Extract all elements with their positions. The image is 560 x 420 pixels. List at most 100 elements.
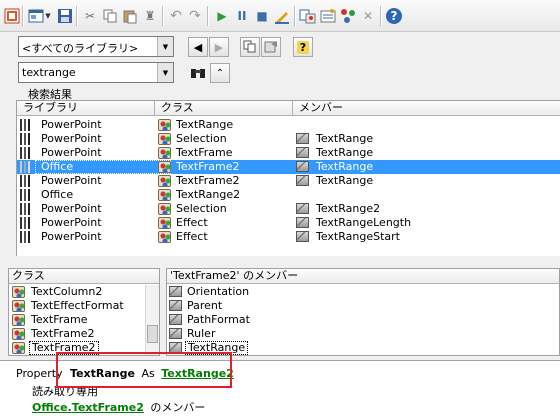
- results-row[interactable]: PowerPoint Selection TextRange2: [17, 202, 560, 216]
- member-list-item[interactable]: Orientation: [167, 285, 557, 299]
- toolbox-icon[interactable]: ✕: [359, 7, 377, 25]
- class-name: TextFrame2: [176, 160, 240, 173]
- cut-icon[interactable]: ✂: [81, 7, 99, 25]
- arrow-right-icon: ▶: [214, 40, 224, 54]
- class-list-scrollbar[interactable]: [145, 285, 159, 355]
- class-name: Effect: [176, 230, 208, 243]
- class-icon: [12, 328, 25, 340]
- property-icon: [169, 300, 182, 311]
- library-link[interactable]: Office: [32, 401, 68, 414]
- object-browser-icon[interactable]: [339, 7, 357, 25]
- class-icon: [12, 300, 25, 312]
- member-list-header: 'TextFrame2' のメンバー: [167, 269, 559, 284]
- class-icon: [158, 147, 171, 159]
- member-list-item[interactable]: PathFormat: [167, 313, 557, 327]
- member-list-item-label: Orientation: [187, 285, 250, 298]
- results-row[interactable]: PowerPoint Effect TextRangeLength: [17, 216, 560, 230]
- column-header-library[interactable]: ライブラリ: [17, 101, 155, 116]
- property-icon: [296, 147, 309, 158]
- member-name: TextRange: [316, 132, 374, 145]
- library-select[interactable]: <すべてのライブラリ> ▼: [18, 36, 174, 57]
- search-results-list[interactable]: ライブラリ クラス メンバー PowerPoint TextRange Powe…: [16, 100, 560, 256]
- library-name: PowerPoint: [41, 118, 102, 131]
- class-icon: [12, 314, 25, 326]
- help-button[interactable]: ?: [293, 37, 313, 57]
- class-icon: [158, 217, 171, 229]
- library-name: PowerPoint: [41, 132, 102, 145]
- results-row[interactable]: Office TextRange2: [17, 188, 560, 202]
- copy-icon[interactable]: [101, 7, 119, 25]
- binoculars-icon: [191, 69, 205, 78]
- copy-to-clipboard-button[interactable]: [240, 37, 260, 57]
- column-header-class[interactable]: クラス: [155, 101, 293, 116]
- find-icon[interactable]: ♜: [141, 7, 159, 25]
- design-mode-icon[interactable]: [273, 7, 291, 25]
- properties-icon[interactable]: [319, 7, 337, 25]
- class-list-item-label: TextColumn2: [31, 285, 103, 298]
- column-header-member[interactable]: メンバー: [293, 101, 560, 116]
- paste-icon[interactable]: [121, 7, 139, 25]
- class-name: TextFrame2: [176, 174, 240, 187]
- save-icon[interactable]: [56, 7, 74, 25]
- search-input[interactable]: textrange ▼: [18, 62, 174, 83]
- property-icon: [169, 314, 182, 325]
- class-name: Selection: [176, 132, 227, 145]
- results-row-selected[interactable]: Office TextFrame2 TextRange: [17, 160, 560, 174]
- svg-text:?: ?: [391, 9, 398, 23]
- class-icon: [158, 231, 171, 243]
- project-explorer-icon[interactable]: [299, 7, 317, 25]
- next-button[interactable]: ▶: [209, 37, 229, 57]
- results-row[interactable]: PowerPoint TextFrame TextRange: [17, 146, 560, 160]
- class-list-item[interactable]: TextFrame2: [9, 327, 146, 341]
- member-list-item[interactable]: Ruler: [167, 327, 557, 341]
- results-row[interactable]: PowerPoint TextFrame2 TextRange: [17, 174, 560, 188]
- highlight-box: [56, 352, 232, 388]
- library-icon: [20, 175, 33, 187]
- view-definition-button[interactable]: [261, 37, 281, 57]
- class-name: TextRange2: [176, 188, 241, 201]
- chevron-down-icon[interactable]: ▼: [157, 37, 173, 56]
- copy-icon: [243, 40, 256, 53]
- scrollbar-thumb[interactable]: [147, 325, 158, 343]
- class-link[interactable]: TextFrame2: [72, 401, 144, 414]
- member-list[interactable]: 'TextFrame2' のメンバー Orientation Parent Pa…: [166, 268, 560, 356]
- library-icon: [20, 217, 33, 229]
- class-name: Selection: [176, 202, 227, 215]
- results-row[interactable]: PowerPoint TextRange: [17, 118, 560, 132]
- library-name: PowerPoint: [41, 216, 102, 229]
- member-list-item[interactable]: Parent: [167, 299, 557, 313]
- property-icon: [296, 231, 309, 242]
- toggle-results-button[interactable]: ⌃: [210, 63, 230, 83]
- undo-icon[interactable]: ↶: [167, 7, 185, 25]
- class-list-item[interactable]: TextFrame: [9, 313, 146, 327]
- library-icon: [20, 231, 33, 243]
- search-input-value: textrange: [22, 66, 76, 79]
- excel-icon[interactable]: [3, 7, 21, 25]
- member-name: TextRange: [316, 146, 374, 159]
- chevron-down-icon[interactable]: ▼: [157, 63, 173, 82]
- class-icon: [158, 161, 171, 173]
- toolbar-separator: [294, 6, 295, 26]
- pause-icon[interactable]: II: [233, 7, 251, 25]
- results-row[interactable]: PowerPoint Effect TextRangeStart: [17, 230, 560, 244]
- library-icon: [20, 119, 33, 131]
- run-icon[interactable]: ▶: [213, 7, 231, 25]
- class-icon: [12, 342, 25, 354]
- class-list[interactable]: クラス TextColumn2 TextEffectFormat TextFra…: [8, 268, 160, 356]
- previous-button[interactable]: ◀: [188, 37, 208, 57]
- library-select-value: <すべてのライブラリ>: [22, 42, 139, 55]
- stop-icon[interactable]: ■: [253, 7, 271, 25]
- class-list-item[interactable]: TextColumn2: [9, 285, 146, 299]
- library-icon: [20, 203, 33, 215]
- redo-icon[interactable]: ↷: [186, 7, 204, 25]
- class-name: TextRange: [176, 118, 234, 131]
- toolbar: ▼ ✂ ♜ ↶ ↷ ▶ II ■ ✕ ?: [0, 0, 560, 32]
- class-icon: [158, 203, 171, 215]
- help-icon[interactable]: ?: [385, 7, 403, 25]
- class-list-item[interactable]: TextEffectFormat: [9, 299, 146, 313]
- member-of: Office.TextFrame2 のメンバー: [32, 399, 205, 415]
- dropdown-arrow-icon[interactable]: ▼: [43, 7, 53, 25]
- search-button[interactable]: [188, 63, 208, 83]
- class-icon: [158, 133, 171, 145]
- results-row[interactable]: PowerPoint Selection TextRange: [17, 132, 560, 146]
